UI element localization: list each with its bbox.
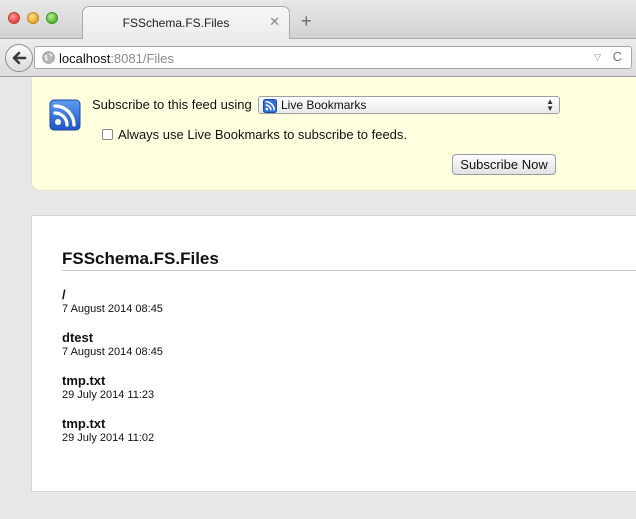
- live-bookmarks-icon: [263, 99, 277, 113]
- select-arrows-icon: ▲ ▼: [546, 97, 554, 113]
- selected-reader: Live Bookmarks: [281, 98, 367, 112]
- window-zoom-button[interactable]: [46, 12, 58, 24]
- entry-date: 29 July 2014 11:02: [62, 432, 155, 444]
- window-minimize-button[interactable]: [27, 12, 39, 24]
- history-dropdown-icon[interactable]: ▽: [594, 52, 601, 63]
- feed-entry: / 7 August 2014 08:45: [62, 287, 163, 316]
- feed-title: FSSchema.FS.Files: [62, 249, 636, 271]
- entry-date: 29 July 2014 11:23: [62, 389, 155, 401]
- url-host: localhost: [59, 51, 111, 66]
- always-use-checkbox[interactable]: [102, 129, 113, 140]
- back-arrow-icon: [12, 51, 27, 65]
- feed-body: FSSchema.FS.Files / 7 August 2014 08:45 …: [31, 215, 636, 492]
- rss-feed-icon: [49, 99, 81, 131]
- reload-icon[interactable]: C: [613, 49, 622, 64]
- url-path: :8081/Files: [110, 51, 174, 66]
- entry-title[interactable]: tmp.txt: [62, 373, 154, 388]
- always-use-label: Always use Live Bookmarks to subscribe t…: [118, 127, 408, 142]
- feed-subscribe-panel: Subscribe to this feed using Live Bookma…: [31, 77, 636, 191]
- new-tab-button[interactable]: +: [301, 12, 312, 30]
- page-content: Subscribe to this feed using Live Bookma…: [0, 77, 636, 519]
- entry-date: 7 August 2014 08:45: [62, 303, 163, 315]
- subscribe-label: Subscribe to this feed using: [92, 97, 252, 112]
- feed-entry: dtest 7 August 2014 08:45: [62, 330, 163, 359]
- feed-entry: tmp.txt 29 July 2014 11:02: [62, 416, 154, 445]
- url-text: localhost:8081/Files: [59, 51, 174, 66]
- tab-title: FSSchema.FS.Files: [122, 16, 230, 30]
- entry-title[interactable]: dtest: [62, 330, 163, 345]
- feed-reader-select[interactable]: Live Bookmarks ▲ ▼: [258, 96, 560, 114]
- entry-date: 7 August 2014 08:45: [62, 346, 163, 358]
- address-bar[interactable]: localhost:8081/Files ▽ C: [34, 46, 632, 69]
- tab-bar: FSSchema.FS.Files ✕ +: [0, 0, 636, 39]
- entry-title[interactable]: tmp.txt: [62, 416, 154, 431]
- tab-active[interactable]: FSSchema.FS.Files ✕: [82, 6, 290, 39]
- subscribe-now-button[interactable]: Subscribe Now: [452, 154, 556, 175]
- tab-close-icon[interactable]: ✕: [269, 14, 280, 30]
- feed-entry: tmp.txt 29 July 2014 11:23: [62, 373, 154, 402]
- navigation-bar: localhost:8081/Files ▽ C: [0, 39, 636, 77]
- globe-icon: [42, 51, 55, 64]
- entry-title[interactable]: /: [62, 287, 163, 302]
- back-button[interactable]: [5, 44, 33, 72]
- window-close-button[interactable]: [8, 12, 20, 24]
